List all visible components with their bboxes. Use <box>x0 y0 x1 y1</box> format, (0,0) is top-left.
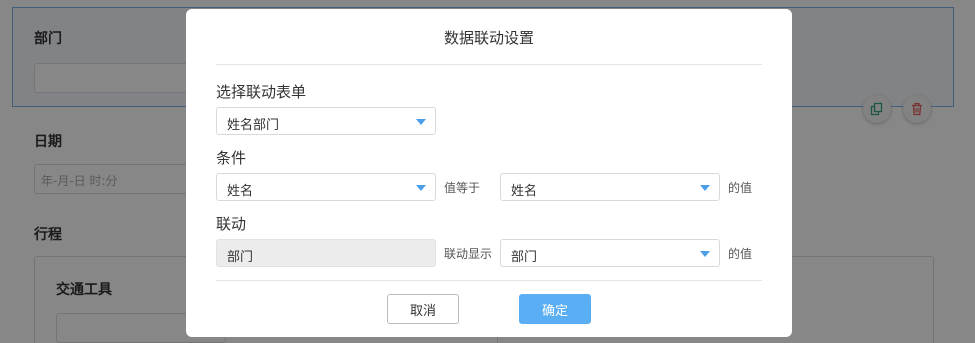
condition-right-value: 姓名 <box>511 184 538 199</box>
cancel-button[interactable]: 取消 <box>387 294 459 324</box>
ok-button[interactable]: 确定 <box>519 294 591 324</box>
form-select-label: 选择联动表单 <box>216 83 307 101</box>
title-divider <box>216 64 762 65</box>
condition-label: 条件 <box>216 149 247 167</box>
linkage-action: 联动显示 <box>444 247 493 261</box>
linked-form-select[interactable]: 姓名部门 <box>216 107 436 135</box>
linkage-target-value: 部门 <box>511 250 538 265</box>
linkage-source-value: 部门 <box>227 250 254 265</box>
chevron-down-icon <box>416 185 426 191</box>
linkage-suffix: 的值 <box>728 247 753 261</box>
chevron-down-icon <box>700 251 710 257</box>
linked-form-value: 姓名部门 <box>227 118 280 133</box>
linkage-source-field: 部门 <box>216 239 436 267</box>
linkage-label: 联动 <box>216 215 247 233</box>
condition-right-select[interactable]: 姓名 <box>500 173 720 201</box>
dialog-title: 数据联动设置 <box>443 29 534 47</box>
footer-divider <box>216 280 762 281</box>
condition-operator: 值等于 <box>444 181 481 195</box>
linkage-target-select[interactable]: 部门 <box>500 239 720 267</box>
chevron-down-icon <box>416 119 426 125</box>
chevron-down-icon <box>700 185 710 191</box>
condition-suffix: 的值 <box>728 181 753 195</box>
condition-left-select[interactable]: 姓名 <box>216 173 436 201</box>
condition-left-value: 姓名 <box>227 184 254 199</box>
data-linkage-dialog: 数据联动设置 选择联动表单 姓名部门 条件 姓名 值等于 姓名 的值 联动 部门… <box>186 9 792 337</box>
